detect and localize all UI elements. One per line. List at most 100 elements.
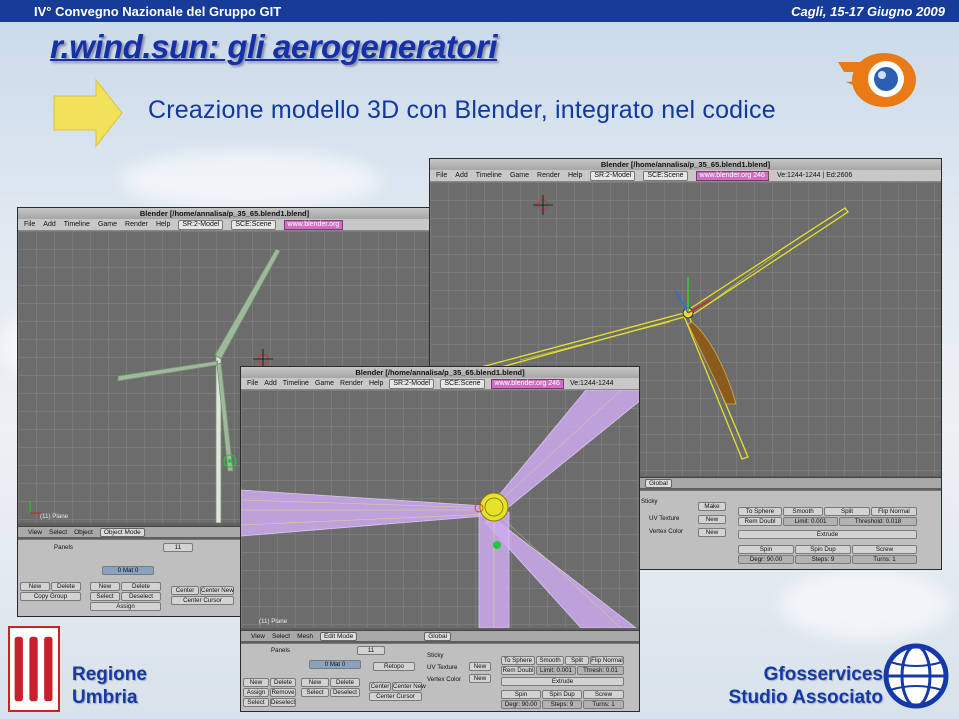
vcol-new-button[interactable]: New: [698, 528, 726, 537]
menu-help[interactable]: Help: [156, 221, 170, 228]
mode-selector[interactable]: Object Mode: [99, 527, 145, 537]
mat-select-button[interactable]: Select: [301, 688, 329, 697]
menu-render[interactable]: Render: [340, 380, 363, 387]
degrees-field[interactable]: Degr: 90.00: [501, 700, 541, 709]
screw-button[interactable]: Screw: [852, 545, 917, 554]
screen-field[interactable]: SR:2-Model: [178, 219, 224, 230]
make-button[interactable]: Make: [698, 502, 726, 511]
menu-file[interactable]: File: [24, 221, 35, 228]
retopo-button[interactable]: Retopo: [373, 662, 415, 671]
scene-field[interactable]: SCE:Scene: [440, 378, 485, 389]
frame-field[interactable]: 11: [357, 646, 385, 655]
menu-file[interactable]: File: [436, 172, 447, 179]
assign-button[interactable]: Assign: [90, 602, 161, 611]
to-sphere-button[interactable]: To Sphere: [501, 656, 535, 665]
menu-timeline[interactable]: Timeline: [283, 380, 309, 387]
rem-doubles-button[interactable]: Rem Doubl: [738, 517, 782, 526]
menu-render[interactable]: Render: [125, 221, 148, 228]
deselect-button[interactable]: Deselect: [270, 698, 296, 707]
threshold-field[interactable]: Thresh: 0.01: [577, 666, 624, 675]
flip-normal-button[interactable]: Flip Normal: [590, 656, 624, 665]
center-button[interactable]: Center: [369, 682, 391, 691]
mat-deselect-button[interactable]: Deselect: [330, 688, 360, 697]
menu-help[interactable]: Help: [369, 380, 383, 387]
limit-field[interactable]: Limit: 0.001: [536, 666, 576, 675]
uv-new-button[interactable]: New: [698, 515, 726, 524]
scene-field[interactable]: SCE:Scene: [231, 219, 276, 230]
flip-normal-button[interactable]: Flip Normal: [871, 507, 917, 516]
menu-render[interactable]: Render: [537, 172, 560, 179]
menu-select[interactable]: Select: [49, 529, 67, 536]
new-button[interactable]: New: [20, 582, 50, 591]
center-new-button[interactable]: Center New: [392, 682, 426, 691]
new-button[interactable]: New: [243, 678, 269, 687]
split-button[interactable]: Split: [565, 656, 589, 665]
menu-add[interactable]: Add: [455, 172, 467, 179]
threshold-field[interactable]: Threshold: 0.018: [839, 517, 917, 526]
mat-new-button[interactable]: New: [90, 582, 120, 591]
spin-dup-button[interactable]: Spin Dup: [795, 545, 851, 554]
rem-doubles-button[interactable]: Rem Doubl: [501, 666, 535, 675]
3d-viewport[interactable]: (11) Plane: [241, 390, 639, 628]
menu-mesh[interactable]: Mesh: [297, 633, 313, 640]
split-button[interactable]: Split: [824, 507, 870, 516]
extrude-button[interactable]: Extrude: [501, 677, 624, 686]
panels-menu[interactable]: Panels: [271, 647, 290, 654]
mat-delete-button[interactable]: Delete: [330, 678, 360, 687]
extrude-button[interactable]: Extrude: [738, 530, 917, 539]
screw-button[interactable]: Screw: [583, 690, 624, 699]
select-button[interactable]: Select: [243, 698, 269, 707]
menu-file[interactable]: File: [247, 380, 258, 387]
transform-orientation[interactable]: Global: [645, 478, 672, 488]
mode-selector[interactable]: Edit Mode: [319, 631, 358, 641]
to-sphere-button[interactable]: To Sphere: [738, 507, 782, 516]
screen-field[interactable]: SR:2-Model: [590, 170, 636, 181]
menu-view[interactable]: View: [251, 633, 265, 640]
menu-game[interactable]: Game: [315, 380, 334, 387]
spin-button[interactable]: Spin: [501, 690, 541, 699]
center-cursor-button[interactable]: Center Cursor: [171, 596, 234, 605]
mat-delete-button[interactable]: Delete: [121, 582, 161, 591]
menu-view[interactable]: View: [28, 529, 42, 536]
menu-object[interactable]: Object: [74, 529, 93, 536]
uv-new-button[interactable]: New: [469, 662, 491, 671]
blender-url[interactable]: www.blender.org 246: [695, 170, 769, 181]
spin-dup-button[interactable]: Spin Dup: [542, 690, 582, 699]
smooth-button[interactable]: Smooth: [536, 656, 564, 665]
mat-new-button[interactable]: New: [301, 678, 329, 687]
blender-url[interactable]: www.blender.org: [283, 219, 344, 230]
blender-url[interactable]: www.blender.org 246: [490, 378, 564, 389]
steps-field[interactable]: Steps: 9: [542, 700, 582, 709]
frame-field[interactable]: 11: [163, 543, 193, 552]
menu-game[interactable]: Game: [98, 221, 117, 228]
center-button[interactable]: Center: [171, 586, 199, 595]
menu-add[interactable]: Add: [264, 380, 276, 387]
delete-button[interactable]: Delete: [51, 582, 81, 591]
turns-field[interactable]: Turns: 1: [852, 555, 917, 564]
copy-group-button[interactable]: Copy Group: [20, 592, 81, 601]
menu-timeline[interactable]: Timeline: [476, 172, 502, 179]
material-index[interactable]: 0 Mat 0: [309, 660, 361, 669]
panels-menu[interactable]: Panels: [54, 544, 73, 551]
menu-timeline[interactable]: Timeline: [64, 221, 90, 228]
select-button[interactable]: Select: [90, 592, 120, 601]
spin-button[interactable]: Spin: [738, 545, 794, 554]
menu-help[interactable]: Help: [568, 172, 582, 179]
limit-field[interactable]: Limit: 0.001: [783, 517, 838, 526]
material-index[interactable]: 0 Mat 0: [102, 566, 154, 575]
delete-button[interactable]: Delete: [270, 678, 296, 687]
turns-field[interactable]: Turns: 1: [583, 700, 624, 709]
menu-select[interactable]: Select: [272, 633, 290, 640]
deselect-button[interactable]: Deselect: [121, 592, 161, 601]
remove-button[interactable]: Remove: [270, 688, 296, 697]
smooth-button[interactable]: Smooth: [783, 507, 823, 516]
assign-button[interactable]: Assign: [243, 688, 269, 697]
center-cursor-button[interactable]: Center Cursor: [369, 692, 422, 701]
transform-orientation[interactable]: Global: [424, 631, 452, 641]
vcol-new-button[interactable]: New: [469, 674, 491, 683]
menu-game[interactable]: Game: [510, 172, 529, 179]
center-new-button[interactable]: Center New: [200, 586, 234, 595]
scene-field[interactable]: SCE:Scene: [643, 170, 688, 181]
screen-field[interactable]: SR:2-Model: [389, 378, 435, 389]
steps-field[interactable]: Steps: 9: [795, 555, 851, 564]
